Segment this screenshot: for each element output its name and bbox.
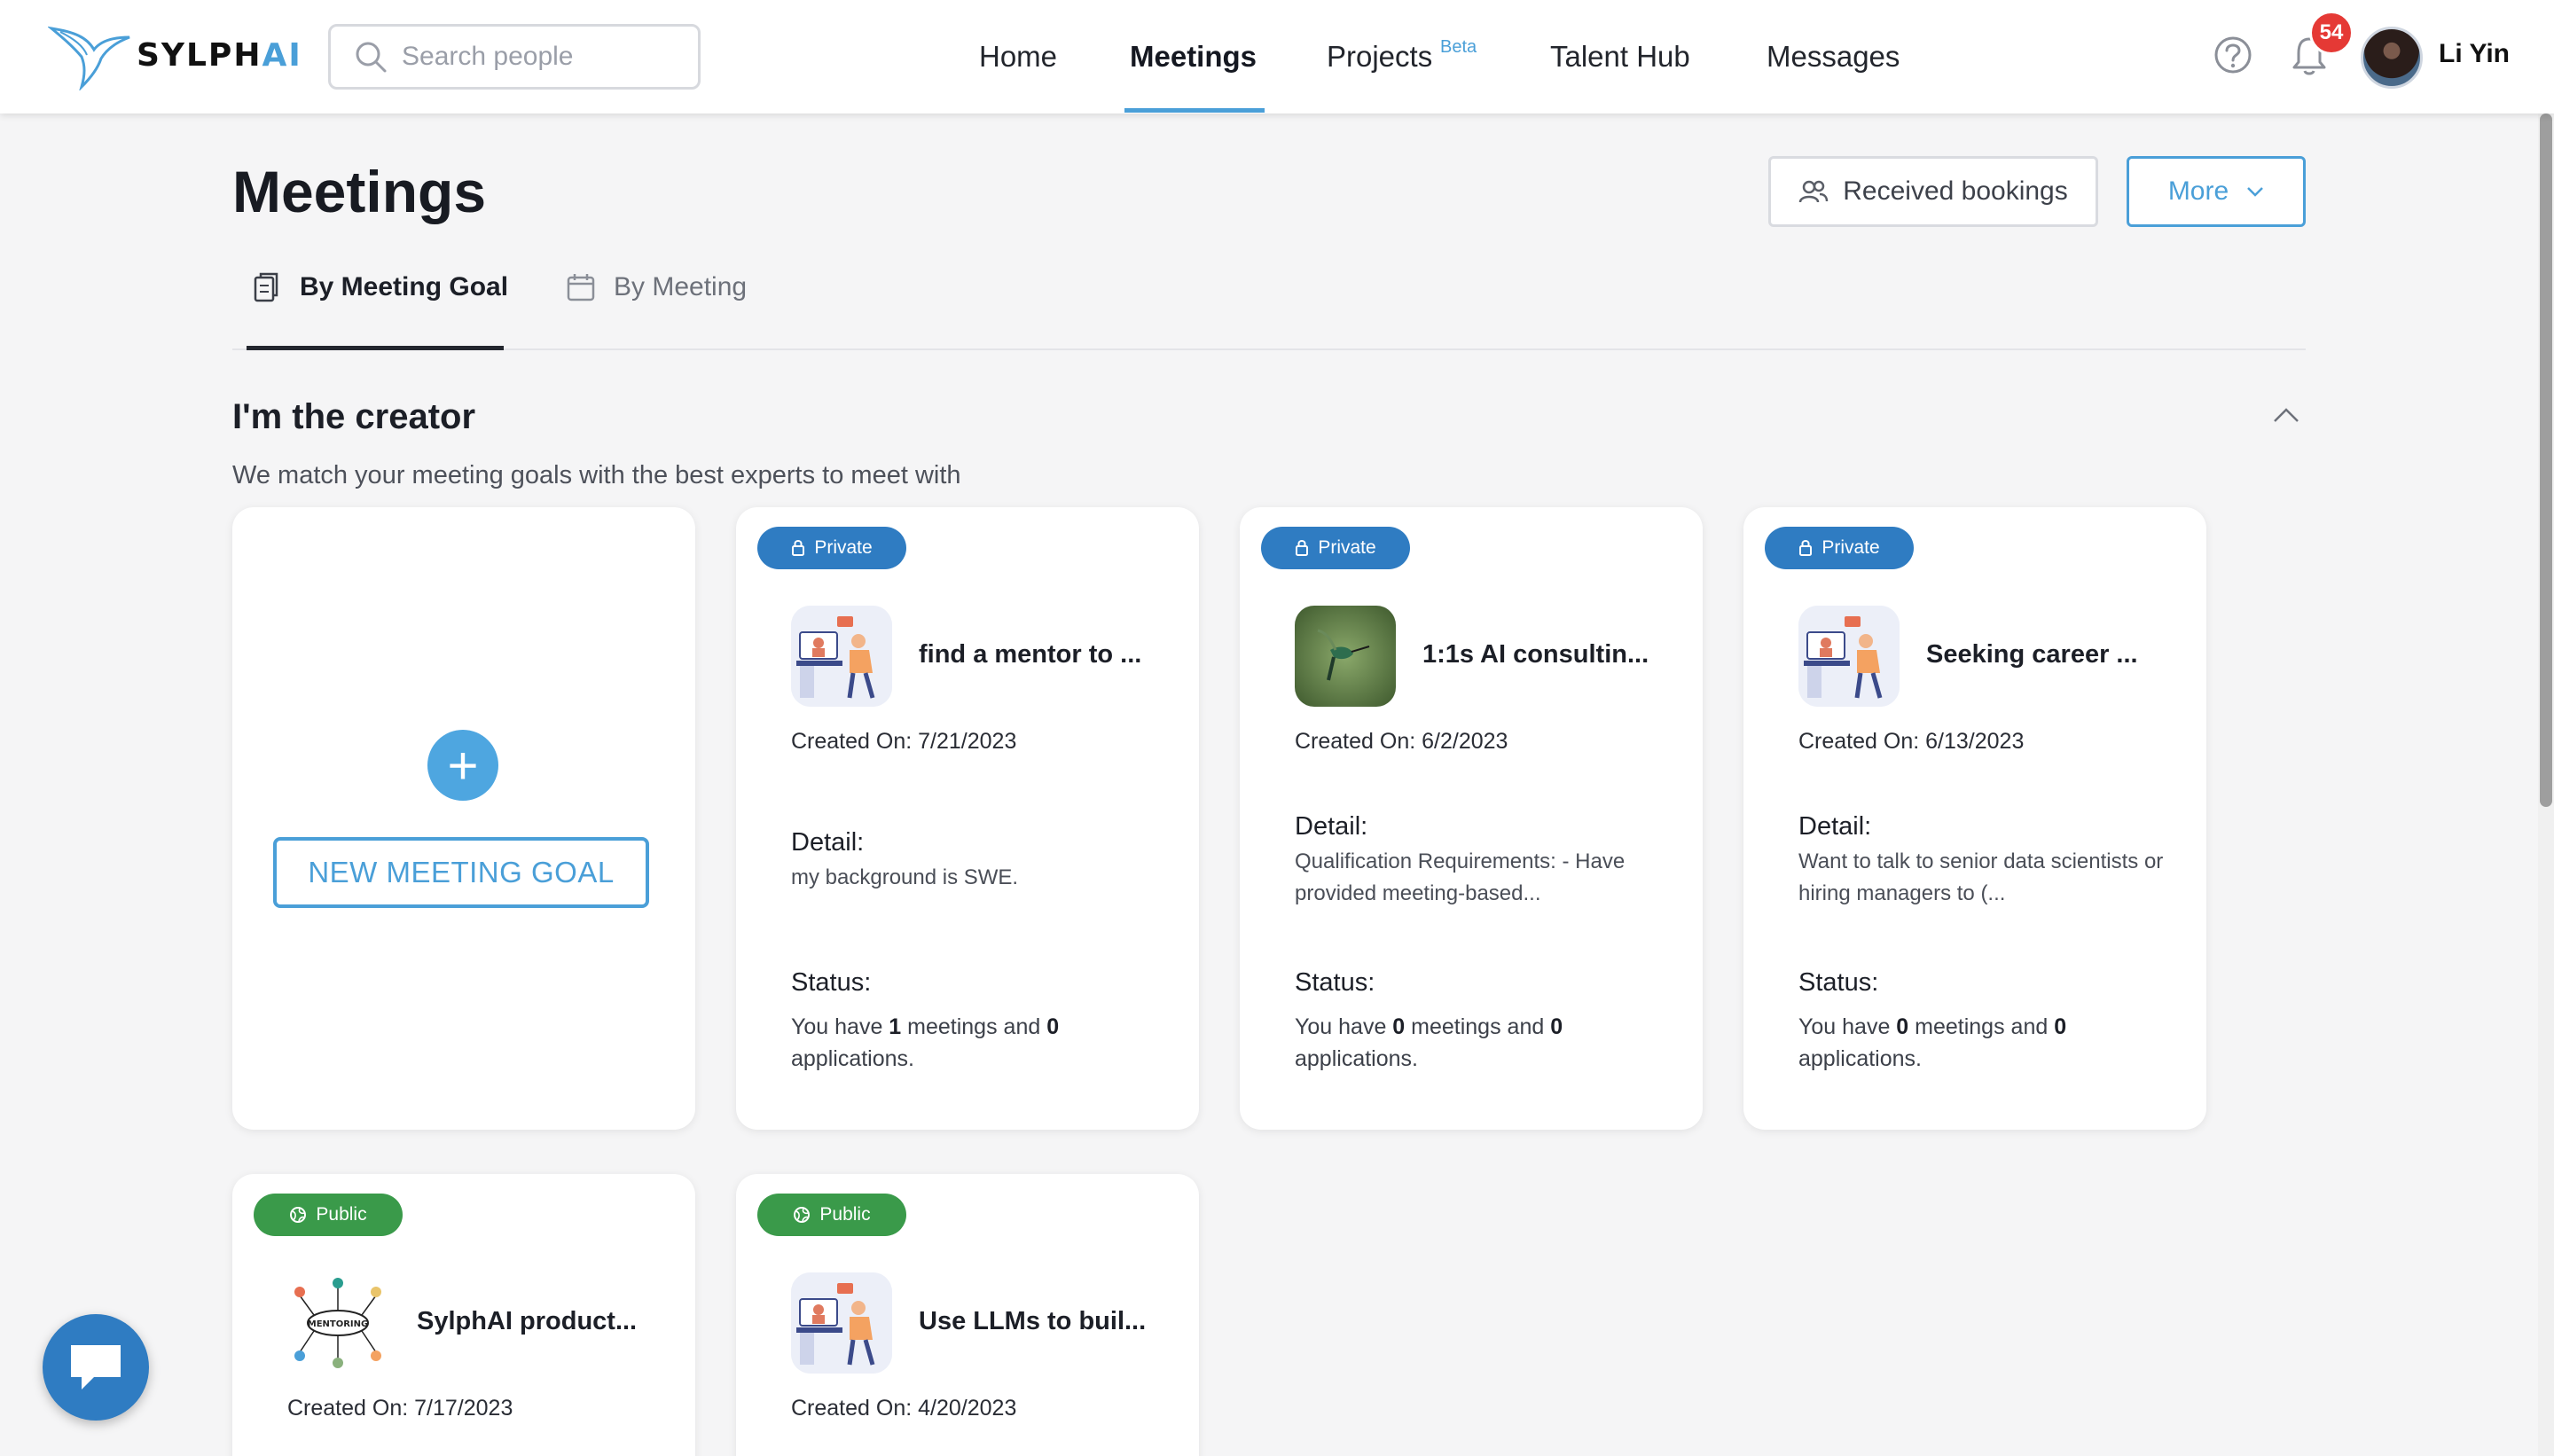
meeting-goal-name[interactable]: 1:1s AI consultin... — [1422, 640, 1649, 669]
tab-by-meeting-goal[interactable]: By Meeting Goal — [252, 266, 508, 309]
detail-text: my background is SWE. — [791, 865, 1019, 889]
applications-count: 0 — [1046, 1014, 1060, 1039]
meetings-count: 0 — [1392, 1014, 1406, 1039]
tab-active-indicator — [247, 346, 504, 350]
calendar-icon — [567, 274, 595, 301]
section-subtitle: We match your meeting goals with the bes… — [232, 461, 961, 489]
meeting-goal-card[interactable]: Public Use LLMs to buil... Created On: 4… — [736, 1174, 1199, 1456]
svg-text:MENTORING: MENTORING — [308, 1319, 368, 1329]
page-scrollbar[interactable] — [2538, 114, 2554, 1456]
logo-wordmark: SYLPH — [137, 36, 262, 74]
mentoring-mindmap: MENTORING — [287, 1272, 388, 1374]
scrollbar-thumb[interactable] — [2540, 114, 2552, 807]
visibility-badge: Private — [1261, 527, 1410, 569]
user-name[interactable]: Li Yin — [2439, 39, 2510, 69]
more-dropdown-button[interactable]: More — [2127, 156, 2306, 227]
nav-home[interactable]: Home — [979, 0, 1057, 114]
detail-label: Detail: — [791, 828, 865, 857]
visibility-badge: Public — [757, 1194, 906, 1236]
visibility-badge: Private — [757, 527, 906, 569]
received-bookings-label: Received bookings — [1843, 176, 2068, 206]
search-input[interactable]: Search people — [328, 24, 701, 90]
visibility-label: Private — [1318, 537, 1376, 558]
page-title: Meetings — [232, 159, 487, 224]
globe-icon — [794, 1207, 811, 1223]
lock-icon — [1296, 540, 1309, 556]
meetings-count: 1 — [889, 1014, 902, 1039]
meeting-goal-name[interactable]: Use LLMs to buil... — [919, 1307, 1146, 1336]
detail-text: Want to talk to senior data scientists o… — [1798, 849, 2164, 905]
new-meeting-goal-card: + NEW MEETING GOAL — [232, 507, 695, 1130]
section-title: I'm the creator — [232, 397, 476, 436]
meeting-goal-name[interactable]: find a mentor to ... — [919, 640, 1141, 669]
tab-by-meeting-label: By Meeting — [614, 272, 748, 301]
visibility-label: Private — [814, 537, 873, 558]
tab-divider — [232, 348, 2306, 350]
chevron-down-icon — [2247, 187, 2264, 197]
lock-icon — [1799, 540, 1813, 556]
video-call-illustration — [1798, 606, 1900, 707]
lock-icon — [792, 540, 805, 556]
created-date: Created On: 4/20/2023 — [791, 1396, 1017, 1421]
meeting-goal-name[interactable]: SylphAI product... — [417, 1307, 637, 1336]
globe-icon — [290, 1207, 307, 1223]
meeting-goal-card[interactable]: Private 1:1s AI consultin... Created On:… — [1240, 507, 1703, 1130]
video-call-illustration — [791, 606, 892, 707]
notification-count-badge: 54 — [2309, 11, 2354, 55]
visibility-label: Public — [819, 1204, 871, 1225]
created-date: Created On: 7/21/2023 — [791, 729, 1017, 754]
applications-count: 0 — [2054, 1014, 2067, 1039]
nav-messages[interactable]: Messages — [1767, 0, 1900, 114]
logo-wordmark-ai: AI — [262, 36, 302, 74]
projects-beta-badge: Beta — [1440, 37, 1477, 57]
visibility-badge: Public — [254, 1194, 403, 1236]
visibility-label: Private — [1821, 537, 1880, 558]
tab-by-meeting[interactable]: By Meeting — [566, 266, 747, 309]
created-date: Created On: 6/2/2023 — [1295, 729, 1508, 754]
nav-meetings[interactable]: Meetings — [1130, 0, 1257, 114]
detail-text: Qualification Requirements: - Have provi… — [1295, 849, 1626, 905]
meeting-goal-card[interactable]: Private Seeking career ... Created On: 6… — [1743, 507, 2206, 1130]
meeting-goal-card[interactable]: Private find a mentor to ... Created On:… — [736, 507, 1199, 1130]
add-icon[interactable]: + — [427, 730, 498, 801]
status-label: Status: — [791, 968, 872, 997]
created-date: Created On: 6/13/2023 — [1798, 729, 2025, 754]
created-date: Created On: 7/17/2023 — [287, 1396, 513, 1421]
people-icon — [1799, 180, 1829, 203]
status-text: You have 1 meetings and 0 applications. — [791, 1014, 1060, 1071]
received-bookings-button[interactable]: Received bookings — [1768, 156, 2098, 227]
nav-active-indicator — [1124, 108, 1265, 113]
meeting-goal-name[interactable]: Seeking career ... — [1926, 640, 2138, 669]
clipboard-icon — [254, 272, 278, 302]
nav-talent-hub[interactable]: Talent Hub — [1550, 0, 1690, 114]
user-avatar[interactable] — [2361, 27, 2423, 89]
search-icon — [356, 42, 387, 73]
visibility-badge: Private — [1765, 527, 1914, 569]
chat-bubble-icon — [71, 1345, 121, 1389]
visibility-label: Public — [316, 1204, 367, 1225]
nav-projects[interactable]: Projects — [1327, 0, 1432, 114]
chat-button[interactable] — [43, 1314, 149, 1421]
status-label: Status: — [1295, 968, 1375, 997]
hummingbird-photo — [1295, 606, 1396, 707]
meeting-goal-card[interactable]: Public MENTORING SylphAI product... Crea… — [232, 1174, 695, 1456]
chevron-up-icon[interactable] — [2272, 406, 2300, 424]
help-icon[interactable] — [2213, 35, 2252, 74]
status-label: Status: — [1798, 968, 1879, 997]
status-text: You have 0 meetings and 0 applications. — [1295, 1014, 1563, 1071]
video-call-illustration — [791, 1272, 892, 1374]
top-navigation-bar: SYLPHAI Search people Home Meetings Proj… — [0, 0, 2554, 114]
sylphai-logo[interactable]: SYLPHAI — [48, 20, 302, 90]
hummingbird-logo-icon — [48, 26, 130, 90]
new-meeting-goal-button[interactable]: NEW MEETING GOAL — [273, 837, 649, 908]
applications-count: 0 — [1550, 1014, 1563, 1039]
detail-label: Detail: — [1295, 812, 1368, 841]
search-placeholder: Search people — [402, 42, 574, 71]
meetings-count: 0 — [1896, 1014, 1909, 1039]
more-label: More — [2167, 176, 2229, 206]
status-text: You have 0 meetings and 0 applications. — [1798, 1014, 2067, 1071]
tab-by-meeting-goal-label: By Meeting Goal — [300, 272, 509, 301]
detail-label: Detail: — [1798, 812, 1872, 841]
